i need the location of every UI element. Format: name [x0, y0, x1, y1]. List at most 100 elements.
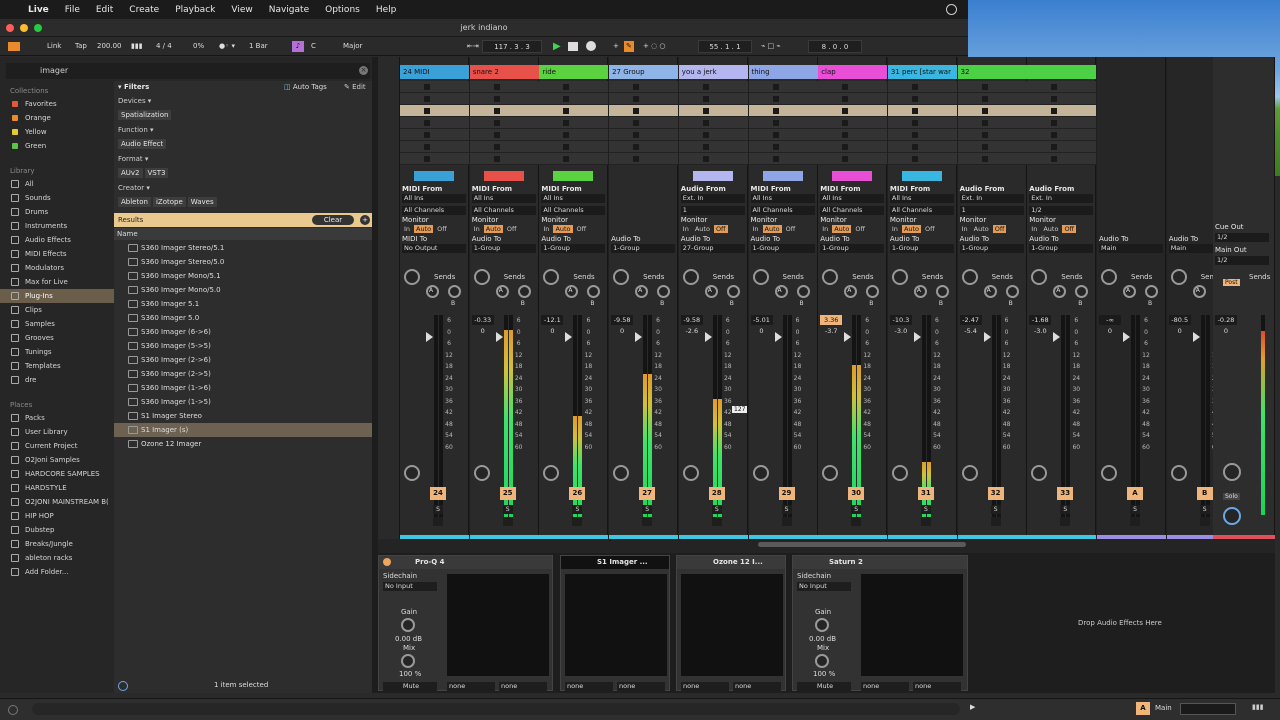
pan-knob[interactable] — [822, 269, 839, 285]
volume-fader-handle[interactable] — [913, 332, 921, 342]
monitor-switch[interactable]: In Auto Off — [681, 225, 730, 233]
slot-stop-icon[interactable] — [702, 132, 709, 138]
input-channel-select[interactable]: All Channels — [541, 206, 606, 215]
slot-stop-icon[interactable] — [563, 108, 570, 114]
track-knob[interactable] — [473, 465, 490, 481]
slot-stop-icon[interactable] — [772, 96, 779, 102]
clip-slot[interactable] — [1027, 153, 1097, 165]
track-header[interactable]: you a jerk — [678, 65, 748, 79]
proq-title[interactable]: Pro-Q 4 — [379, 556, 552, 569]
input-type-select[interactable]: Ext. In — [1029, 194, 1094, 203]
tempo-field[interactable]: 200.00 — [94, 40, 125, 53]
slot-stop-icon[interactable] — [842, 156, 849, 162]
library-item[interactable]: Samples — [0, 317, 114, 331]
slot-stop-icon[interactable] — [424, 144, 430, 150]
slot-stop-icon[interactable] — [563, 156, 570, 162]
input-type-select[interactable]: All Ins — [402, 194, 466, 203]
solo-button[interactable]: S — [920, 505, 931, 514]
time-signature[interactable]: 4 / 4 — [153, 40, 175, 53]
clip-preview[interactable] — [762, 171, 803, 181]
monitor-in-button[interactable]: In — [751, 225, 761, 233]
output-select[interactable]: 1-Group — [750, 244, 815, 253]
slot-stop-icon[interactable] — [1051, 132, 1058, 138]
volume-fader-handle[interactable] — [983, 332, 991, 342]
slot-stop-icon[interactable] — [1051, 156, 1058, 162]
add-filter-icon[interactable]: + — [360, 215, 370, 225]
slot-stop-icon[interactable] — [981, 144, 988, 150]
library-item[interactable]: Max for Live — [0, 275, 114, 289]
izotope-tag[interactable]: iZotope — [152, 197, 186, 207]
clip-slot[interactable] — [748, 141, 818, 153]
pan-value[interactable]: 0 — [1099, 327, 1121, 335]
slot-stop-icon[interactable] — [424, 156, 430, 162]
track-header[interactable]: thing — [748, 65, 818, 79]
volume-fader-handle[interactable] — [1123, 332, 1130, 342]
clip-slot[interactable] — [469, 117, 539, 129]
pan-value[interactable]: 0 — [1169, 327, 1191, 335]
slot-stop-icon[interactable] — [911, 84, 918, 90]
slot-stop-icon[interactable] — [493, 84, 500, 90]
control-center-icon[interactable] — [946, 4, 957, 15]
output-select[interactable]: Main — [1099, 244, 1163, 253]
result-item[interactable]: S360 Imager (1->6) — [114, 381, 372, 395]
output-select[interactable]: 1-Group — [1029, 244, 1094, 253]
clip-slot[interactable] — [887, 141, 957, 153]
track-header[interactable]: 31 perc [star war — [887, 65, 957, 79]
slot-stop-icon[interactable] — [842, 132, 849, 138]
input-channel-select[interactable]: All Channels — [820, 206, 885, 215]
input-channel-select[interactable]: All Channels — [750, 206, 815, 215]
clear-search-icon[interactable]: × — [359, 66, 368, 75]
track-header[interactable]: snare 2 — [469, 65, 539, 79]
monitor-auto-button[interactable]: Auto — [553, 225, 573, 233]
track-knob[interactable] — [1101, 465, 1117, 481]
slot-stop-icon[interactable] — [911, 156, 918, 162]
clip-slot[interactable] — [1027, 105, 1097, 117]
proq-param-select-2[interactable]: none — [499, 682, 547, 691]
saturn-param-select-2[interactable]: none — [913, 682, 961, 691]
solo-button[interactable]: S — [1199, 505, 1210, 514]
slot-stop-icon[interactable] — [772, 132, 779, 138]
clip-slot[interactable] — [609, 129, 679, 141]
clip-slot[interactable] — [818, 81, 888, 93]
post-button[interactable]: Post — [1223, 279, 1240, 286]
clip-slot[interactable] — [678, 153, 748, 165]
menu-help[interactable]: Help — [376, 5, 397, 15]
send-b-knob[interactable] — [448, 285, 461, 298]
clip-slot[interactable] — [1027, 93, 1097, 105]
pan-knob[interactable] — [961, 269, 978, 285]
auto-tags-toggle[interactable]: ◫ Auto Tags — [284, 83, 327, 91]
clip-slot[interactable] — [539, 117, 609, 129]
pan-value[interactable]: 0 — [751, 327, 773, 335]
input-channel-select[interactable]: 1/2 — [1029, 206, 1094, 215]
edit-tags-button[interactable]: ✎ Edit — [344, 83, 366, 91]
collection-item[interactable]: Yellow — [0, 125, 114, 139]
track-activator[interactable]: B — [1196, 487, 1213, 500]
menu-options[interactable]: Options — [325, 5, 360, 15]
slot-stop-icon[interactable] — [702, 96, 709, 102]
track-activator[interactable]: 26 — [569, 487, 586, 500]
clip-slot[interactable] — [539, 93, 609, 105]
pan-value[interactable]: -2.6 — [681, 327, 703, 335]
menu-view[interactable]: View — [231, 5, 252, 15]
track-knob[interactable] — [752, 465, 769, 481]
track-activator[interactable]: 24 — [430, 487, 446, 500]
track-header[interactable] — [1027, 65, 1097, 79]
pan-knob[interactable] — [1170, 269, 1187, 285]
slot-stop-icon[interactable] — [981, 132, 988, 138]
volume-fader-handle[interactable] — [704, 332, 712, 342]
crossfader-knob[interactable] — [1223, 507, 1241, 525]
slot-stop-icon[interactable] — [842, 144, 849, 150]
quantization-select[interactable]: 1 Bar — [246, 40, 271, 53]
pan-knob[interactable] — [473, 269, 490, 285]
input-type-select[interactable]: All Ins — [541, 194, 606, 203]
clip-slot[interactable] — [469, 153, 539, 165]
track-knob[interactable] — [822, 465, 839, 481]
send-b-knob[interactable] — [657, 285, 671, 298]
clip-preview[interactable] — [553, 171, 594, 181]
slot-stop-icon[interactable] — [493, 144, 500, 150]
track-activator[interactable]: 28 — [708, 487, 725, 500]
clip-slot[interactable] — [818, 117, 888, 129]
gain-knob[interactable] — [401, 618, 415, 632]
clip-slot[interactable] — [957, 81, 1027, 93]
slot-stop-icon[interactable] — [842, 96, 849, 102]
